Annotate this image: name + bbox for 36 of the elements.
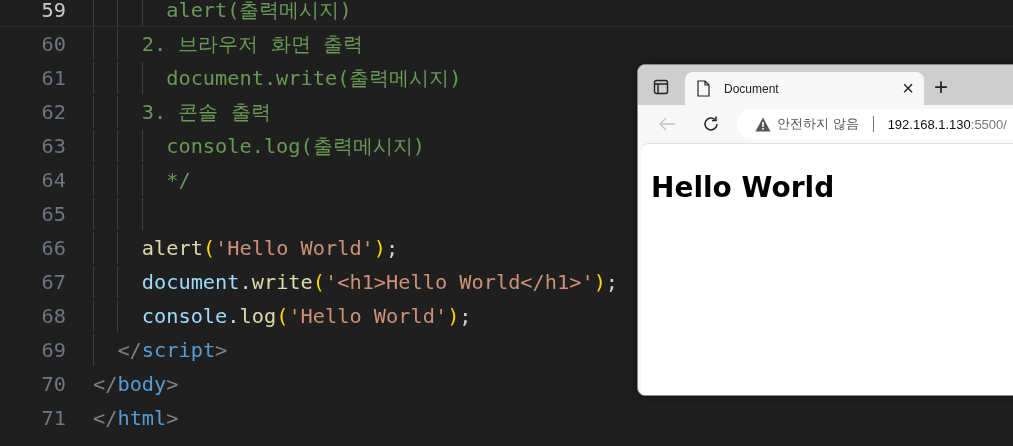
- code-line: console.log(출력메시지): [166, 133, 425, 160]
- code-line: console.log('Hello World');: [141, 304, 472, 328]
- line-number: 71: [40, 406, 66, 430]
- code-line: */: [166, 168, 191, 192]
- code-line: 3. 콘솔 출력: [141, 99, 271, 126]
- line-number: 63: [40, 134, 66, 158]
- line-number: 59: [40, 0, 66, 22]
- code-line: </html>: [93, 406, 179, 430]
- code-line: alert('Hello World');: [141, 236, 399, 260]
- line-number: 61: [40, 66, 66, 90]
- line-number: 66: [40, 236, 66, 260]
- browser-tab[interactable]: Document ×: [685, 72, 924, 105]
- code-line: </script>: [117, 338, 228, 362]
- url-text: 192.168.1.130:5500/: [887, 116, 1007, 132]
- code-line: 2. 브라우저 화면 출력: [141, 31, 363, 58]
- reload-icon[interactable]: [702, 115, 720, 133]
- line-number: 64: [40, 168, 66, 192]
- page-heading: Hello World: [651, 171, 835, 204]
- line-number: 70: [40, 372, 66, 396]
- document-icon: [697, 80, 710, 97]
- line-number: 67: [40, 270, 66, 294]
- code-line: alert(출력메시지): [166, 0, 352, 24]
- line-number: 65: [40, 202, 66, 226]
- code-line: </body>: [93, 372, 179, 396]
- address-bar[interactable]: 안전하지 않음 192.168.1.130:5500/: [737, 109, 1013, 139]
- new-tab-button[interactable]: +: [934, 73, 948, 101]
- close-button[interactable]: ×: [902, 77, 914, 100]
- code-line: document.write(출력메시지): [166, 65, 462, 92]
- line-number: 60: [40, 32, 66, 56]
- line-number: 68: [40, 304, 66, 328]
- sidebar-icon[interactable]: [653, 79, 669, 95]
- code-line: document.write('<h1>Hello World</h1>');: [141, 270, 619, 294]
- line-number: 62: [40, 100, 66, 124]
- security-label: 안전하지 않음: [777, 115, 859, 133]
- line-number: 69: [40, 338, 66, 362]
- warning-icon: [755, 116, 771, 132]
